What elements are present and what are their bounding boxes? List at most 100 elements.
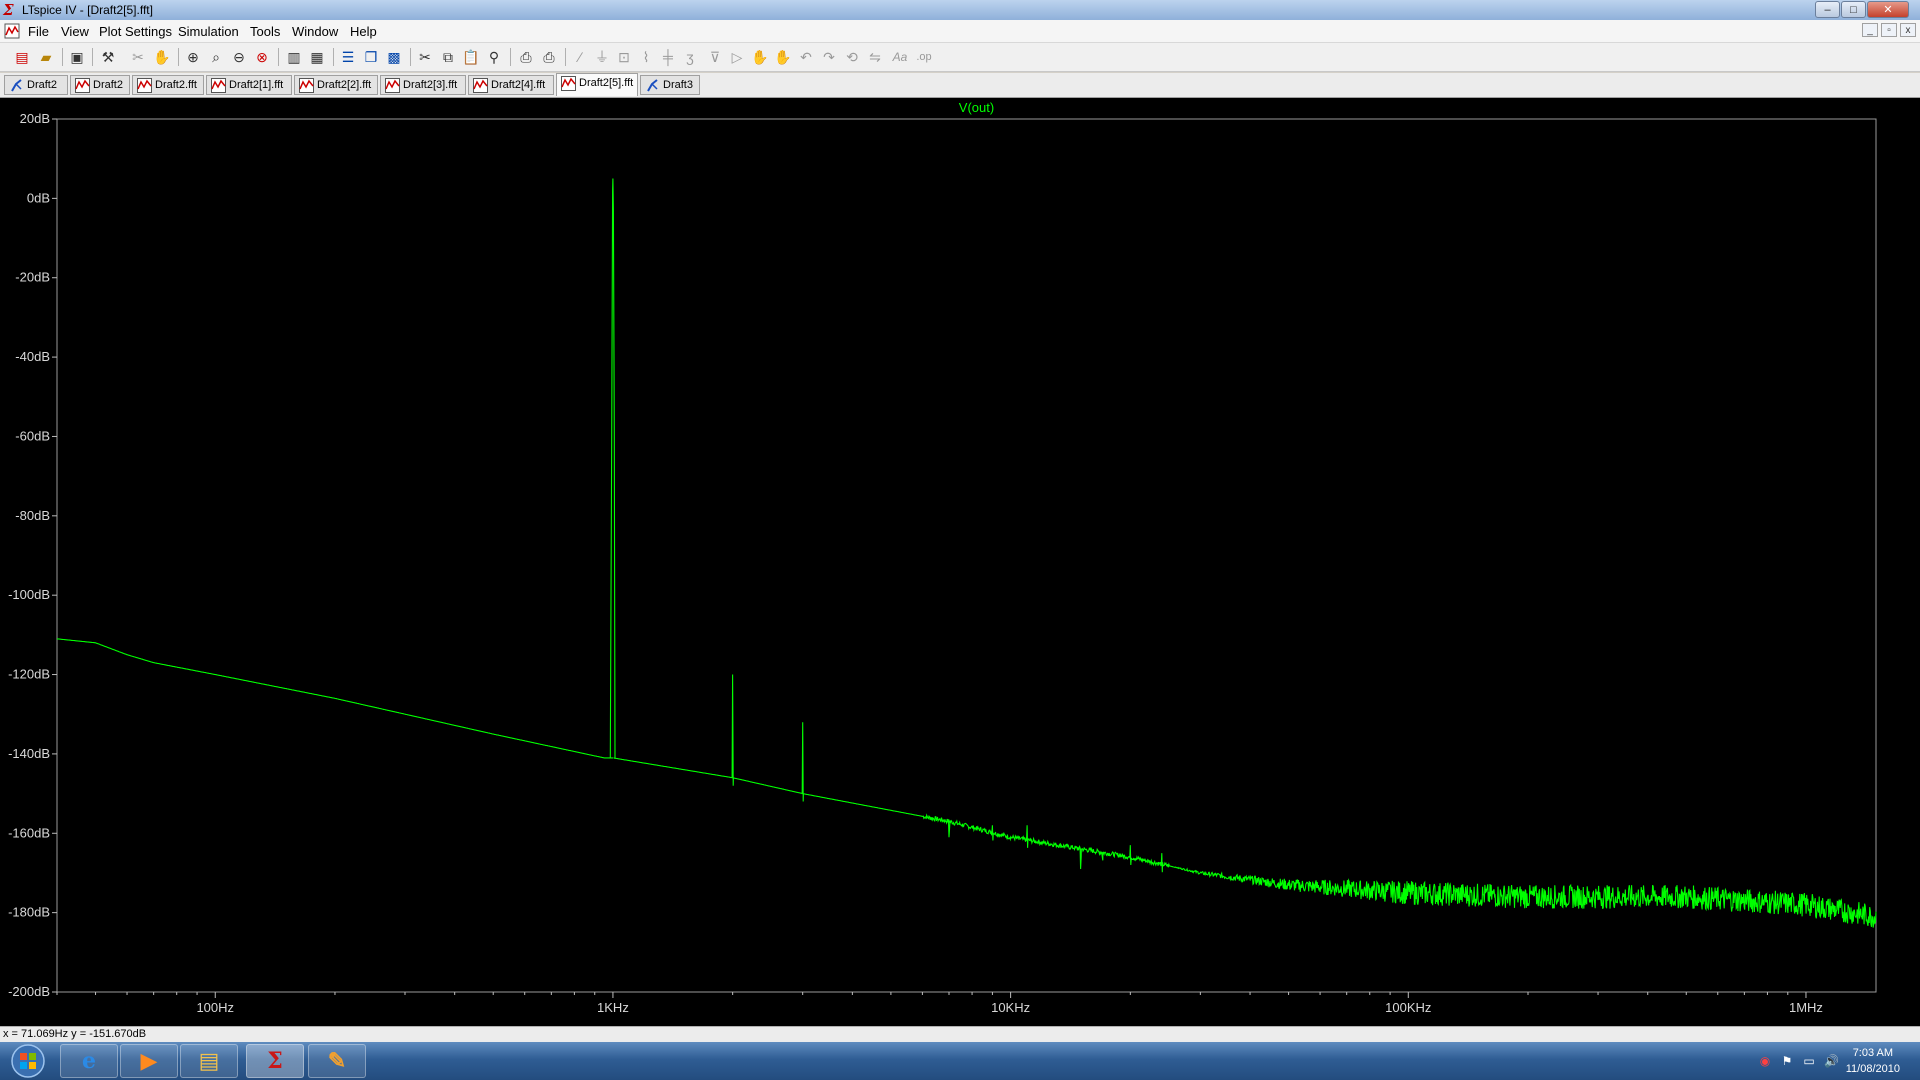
diode-icon[interactable]: ⊽ (705, 47, 725, 67)
zoom-fit-icon[interactable]: ⊗ (252, 47, 272, 67)
taskbar: e ▶ ▤ Ʃ ✎ ◉ ⚑ ▭ 🔊 7:03 AM 11/08/2010 (0, 1042, 1920, 1080)
ground-icon[interactable]: ⏚ (592, 47, 612, 67)
text-icon[interactable]: Aa (890, 47, 910, 67)
open-icon[interactable]: ▰ (36, 47, 56, 67)
menu-simulation[interactable]: Simulation (178, 24, 239, 39)
paint-icon: ✎ (327, 1048, 347, 1074)
document-icon[interactable] (4, 23, 20, 39)
control-panel-icon[interactable]: ⚒ (98, 47, 118, 67)
y-tick-label: -100dB (8, 587, 50, 602)
capacitor-icon[interactable]: ╪ (658, 47, 678, 67)
tab-draft3[interactable]: Draft3 (640, 75, 700, 95)
taskbar-ltspice-button[interactable]: Ʃ (246, 1044, 304, 1078)
print-preview-icon[interactable]: ⎙ (516, 47, 536, 67)
cut-wire-icon[interactable]: ✂ (128, 47, 148, 67)
waveform-icon (473, 78, 488, 93)
y-tick-label: -140dB (8, 746, 50, 761)
rotate-icon[interactable]: ⟲ (842, 47, 862, 67)
drag-icon[interactable]: ✋ (773, 47, 793, 67)
mdi-minimize-button[interactable]: _ (1862, 23, 1878, 37)
tab-label: Draft2[3].fft (403, 79, 458, 91)
x-tick-label: 1MHz (1789, 1000, 1823, 1015)
security-icon[interactable]: ◉ (1758, 1054, 1772, 1068)
spice-directive-icon[interactable]: .op (914, 47, 934, 67)
mdi-close-button[interactable]: x (1900, 23, 1916, 37)
wire-icon[interactable]: ∕ (570, 47, 590, 67)
y-tick-label: -120dB (8, 667, 50, 682)
clock-date: 11/08/2010 (1845, 1063, 1900, 1075)
tile-icon[interactable]: ▩ (384, 47, 404, 67)
save-icon[interactable]: ▣ (67, 47, 87, 67)
trace-title: V(out) (959, 100, 994, 115)
tile-horizontal-icon[interactable]: ☰ (338, 47, 358, 67)
zoom-out-icon[interactable]: ⊖ (229, 47, 249, 67)
copy-icon[interactable]: ⧉ (438, 47, 458, 67)
y-tick-label: 0dB (27, 190, 50, 205)
x-tick-label: 100Hz (196, 1000, 234, 1015)
tab-label: Draft2[4].fft (491, 79, 546, 91)
resistor-icon[interactable]: ⌇ (636, 47, 656, 67)
tab-draft2-3-fft[interactable]: Draft2[3].fft (380, 75, 466, 95)
x-tick-label: 100KHz (1385, 1000, 1431, 1015)
tab-draft2-2-fft[interactable]: Draft2[2].fft (294, 75, 378, 95)
menu-plot-settings[interactable]: Plot Settings (99, 24, 172, 39)
scissors-icon[interactable]: ✂ (415, 47, 435, 67)
clock[interactable]: 7:03 AM 11/08/2010 (1846, 1045, 1900, 1077)
zoom-area-icon[interactable]: ⌕ (206, 47, 226, 67)
menu-tools[interactable]: Tools (250, 24, 280, 39)
taskbar-internet-explorer-button[interactable]: e (60, 1044, 118, 1078)
label-icon[interactable]: ⊡ (614, 47, 634, 67)
maximize-button[interactable]: □ (1841, 1, 1866, 18)
close-button[interactable]: ✕ (1867, 1, 1909, 18)
new-schematic-icon[interactable]: ▤ (12, 47, 32, 67)
print-icon[interactable]: ⎙ (539, 47, 559, 67)
component-icon[interactable]: ▷ (727, 47, 747, 67)
fft-plot[interactable]: V(out) 20dB 0dB -20dB -40dB -60dB -80dB -100dB -… (0, 98, 1920, 1026)
pan-hand-icon[interactable]: ✋ (152, 47, 172, 67)
redo-icon[interactable]: ↷ (819, 47, 839, 67)
tab-draft2-5-fft[interactable]: Draft2[5].fft (556, 73, 638, 96)
action-center-flag-icon[interactable]: ⚑ (1780, 1054, 1794, 1068)
menu-view[interactable]: View (61, 24, 89, 39)
title-bar: Ʃ LTspice IV - [Draft2[5].fft] – □ ✕ (0, 0, 1920, 20)
menu-file[interactable]: File (28, 24, 49, 39)
waveform-icon (137, 78, 152, 93)
cascade-icon[interactable]: ❐ (361, 47, 381, 67)
document-tabs: Draft2 Draft2 Draft2.fft Draft2[1].fft Draft… (0, 73, 1920, 98)
mirror-icon[interactable]: ⇋ (865, 47, 885, 67)
tab-draft2[interactable]: Draft2 (70, 75, 130, 95)
taskbar-media-player-button[interactable]: ▶ (120, 1044, 178, 1078)
menu-help[interactable]: Help (350, 24, 377, 39)
start-button[interactable] (2, 1042, 52, 1080)
schematic-icon (647, 79, 658, 92)
y-tick-label: -60dB (15, 428, 50, 443)
menu-window[interactable]: Window (292, 24, 338, 39)
toolbar: ▤ ▰ ▣ ⚒ ✂ ✋ ⊕ ⌕ ⊖ ⊗ ▥ ▦ ☰ ❐ ▩ ✂ ⧉ 📋 ⚲ ⎙ … (0, 43, 1920, 72)
mark-icon[interactable]: ▦ (307, 47, 327, 67)
autorange-icon[interactable]: ▥ (284, 47, 304, 67)
x-tick-label: 1KHz (597, 1000, 629, 1015)
waveform-viewer[interactable]: V(out) 20dB 0dB -20dB -40dB -60dB -80dB -100dB -… (0, 98, 1920, 1026)
y-tick-label: 20dB (20, 111, 50, 126)
undo-icon[interactable]: ↶ (796, 47, 816, 67)
network-icon[interactable]: ▭ (1802, 1054, 1816, 1068)
taskbar-paint-button[interactable]: ✎ (308, 1044, 366, 1078)
tab-label: Draft2[5].fft (579, 77, 634, 89)
tab-draft2[interactable]: Draft2 (4, 75, 68, 95)
volume-icon[interactable]: 🔊 (1824, 1054, 1839, 1068)
tab-draft2-1-fft[interactable]: Draft2[1].fft (206, 75, 292, 95)
find-icon[interactable]: ⚲ (484, 47, 504, 67)
move-icon[interactable]: ✋ (750, 47, 770, 67)
paste-icon[interactable]: 📋 (461, 47, 481, 67)
minimize-button[interactable]: – (1815, 1, 1840, 18)
taskbar-explorer-folder-button[interactable]: ▤ (180, 1044, 238, 1078)
ltspice-icon: Ʃ (267, 1048, 283, 1074)
tab-draft2-4-fft[interactable]: Draft2[4].fft (468, 75, 554, 95)
mdi-restore-button[interactable]: ▫ (1881, 23, 1897, 37)
tab-label: Draft3 (663, 79, 693, 91)
inductor-icon[interactable]: ʒ (680, 47, 700, 67)
tab-label: Draft2.fft (155, 79, 197, 91)
zoom-in-icon[interactable]: ⊕ (183, 47, 203, 67)
tab-draft2-fft[interactable]: Draft2.fft (132, 75, 204, 95)
y-tick-label: -180dB (8, 905, 50, 920)
